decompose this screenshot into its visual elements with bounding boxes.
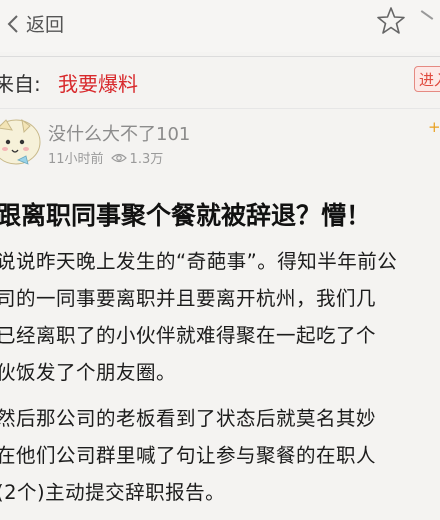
- post-body-line: (2个)主动提交辞职报告。: [0, 481, 226, 504]
- post-body-line: 伙饭发了个朋友圈。: [0, 361, 177, 384]
- username[interactable]: 没什么大不了101: [48, 120, 190, 146]
- eye-icon: [110, 153, 127, 162]
- source-channel-link[interactable]: 我要爆料: [58, 68, 138, 97]
- back-button[interactable]: 返回: [4, 10, 64, 37]
- enter-channel-button[interactable]: 进入: [414, 66, 440, 92]
- top-bar: 返回: [0, 0, 440, 52]
- view-count: 1.3万: [129, 152, 164, 167]
- avatar[interactable]: [0, 116, 46, 166]
- post-body-line: 说说昨天晚上发生的“奇葩事”。得知半年前公: [0, 250, 398, 273]
- back-label: 返回: [26, 14, 65, 36]
- source-label: 来自:: [0, 72, 41, 96]
- divider: [0, 108, 440, 109]
- post-title: 跟离职同事聚个餐就被辞退？懵！: [0, 201, 372, 230]
- chevron-left-icon: [7, 14, 18, 33]
- star-icon[interactable]: [376, 6, 406, 36]
- divider: [0, 56, 440, 57]
- share-icon[interactable]: [420, 10, 434, 20]
- post-meta: 11小时前 1.3万: [48, 148, 163, 167]
- post-body-line: 已经离职了的小伙伴就难得聚在一起吃了个: [0, 324, 377, 347]
- source-row: 来自: 我要爆料 进入: [0, 60, 440, 100]
- post-body-line: 司的一同事要离职并且要离开杭州，我们几: [0, 287, 377, 310]
- follow-button[interactable]: +: [428, 118, 440, 136]
- post-body-line: 在他们公司群里喊了句让参与聚餐的在职人: [0, 444, 377, 467]
- post-body-line: 然后那公司的老板看到了状态后就莫名其妙: [0, 407, 377, 430]
- post-time: 11小时前: [48, 152, 104, 167]
